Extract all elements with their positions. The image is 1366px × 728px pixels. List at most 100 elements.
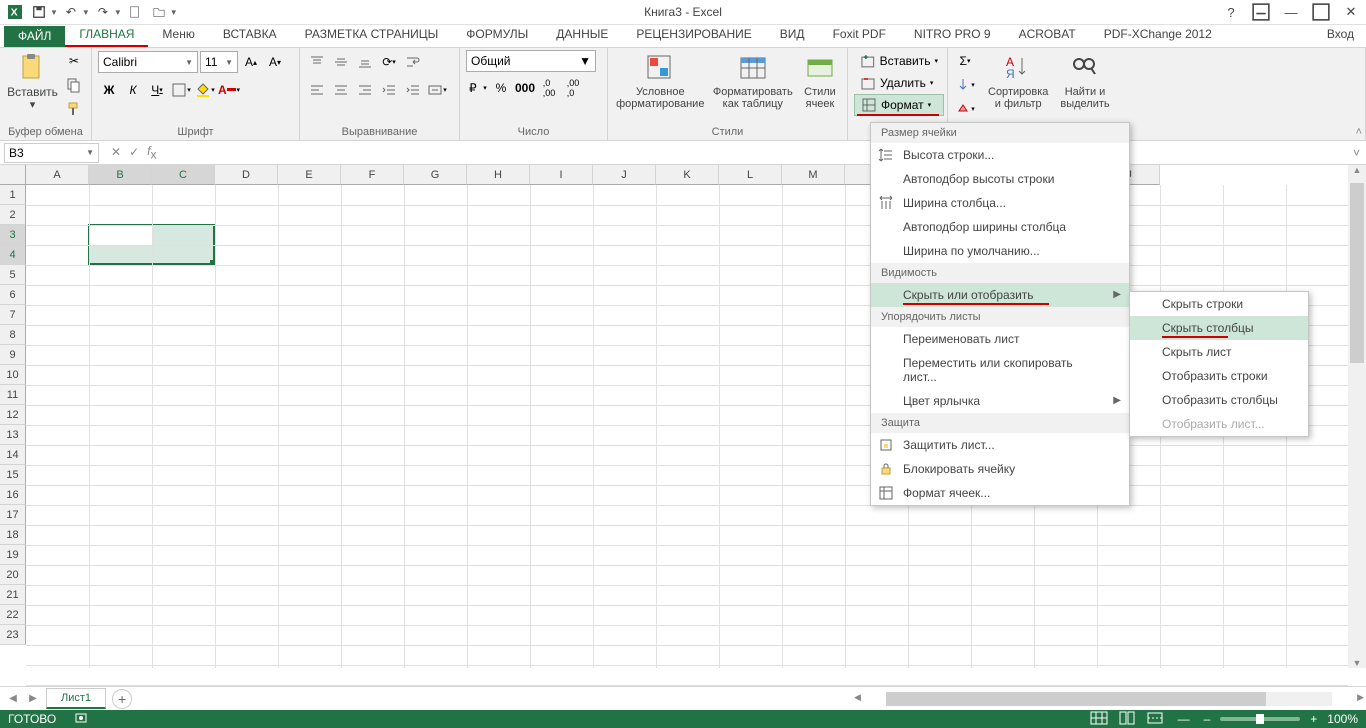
- menu-format-cells[interactable]: Формат ячеек...: [871, 481, 1129, 505]
- tab-pdfxchange[interactable]: PDF-XChange 2012: [1090, 24, 1226, 47]
- tab-data[interactable]: ДАННЫЕ: [542, 24, 622, 47]
- view-normal-icon[interactable]: [1090, 711, 1108, 728]
- tab-menu[interactable]: Меню: [148, 24, 208, 47]
- number-format-combo[interactable]: Общий▼: [466, 50, 596, 72]
- column-header[interactable]: M: [782, 165, 845, 185]
- menu-move-copy-sheet[interactable]: Переместить или скопировать лист...: [871, 351, 1129, 389]
- align-bottom-icon[interactable]: [354, 51, 376, 73]
- save-dropdown-icon[interactable]: ▼: [50, 8, 58, 17]
- tab-acrobat[interactable]: ACROBAT: [1005, 24, 1090, 47]
- menu-rename-sheet[interactable]: Переименовать лист: [871, 327, 1129, 351]
- font-name-combo[interactable]: Calibri▼: [98, 51, 198, 73]
- autosum-icon[interactable]: Σ ▾: [954, 50, 976, 72]
- menu-lock-cell[interactable]: Блокировать ячейку: [871, 457, 1129, 481]
- column-header[interactable]: J: [593, 165, 656, 185]
- new-icon[interactable]: [124, 1, 146, 23]
- enter-formula-icon[interactable]: ✓: [129, 145, 139, 159]
- column-header[interactable]: G: [404, 165, 467, 185]
- menu-default-width[interactable]: Ширина по умолчанию...: [871, 239, 1129, 263]
- merge-button[interactable]: ▾: [426, 79, 448, 101]
- column-header[interactable]: C: [152, 165, 215, 185]
- align-top-icon[interactable]: [306, 51, 328, 73]
- row-header[interactable]: 7: [0, 305, 26, 325]
- row-header[interactable]: 1: [0, 185, 26, 205]
- row-header[interactable]: 8: [0, 325, 26, 345]
- zoom-slider-thumb[interactable]: [1256, 714, 1264, 724]
- underline-button[interactable]: Ч ▾: [146, 79, 168, 101]
- decrease-font-icon[interactable]: A▾: [264, 51, 286, 73]
- insert-function-icon[interactable]: fx: [147, 144, 156, 161]
- zoom-slider[interactable]: [1220, 717, 1300, 721]
- expand-formula-bar-icon[interactable]: ˅: [1347, 146, 1366, 160]
- cut-icon[interactable]: ✂: [63, 50, 85, 72]
- clear-icon[interactable]: ▾: [954, 98, 976, 120]
- increase-indent-icon[interactable]: [402, 79, 424, 101]
- tab-insert[interactable]: ВСТАВКА: [209, 24, 291, 47]
- zoom-out-button[interactable]: –: [1204, 712, 1211, 726]
- row-header[interactable]: 23: [0, 625, 26, 645]
- row-header[interactable]: 21: [0, 585, 26, 605]
- formula-input[interactable]: [164, 143, 1347, 163]
- name-box[interactable]: B3▼: [4, 143, 99, 163]
- sheet-next-icon[interactable]: ▶: [24, 690, 42, 708]
- format-painter-icon[interactable]: [63, 98, 85, 120]
- align-center-icon[interactable]: [330, 79, 352, 101]
- tab-review[interactable]: РЕЦЕНЗИРОВАНИЕ: [622, 24, 765, 47]
- align-left-icon[interactable]: [306, 79, 328, 101]
- column-header[interactable]: K: [656, 165, 719, 185]
- menu-hide-columns[interactable]: Скрыть столбцы: [1130, 316, 1308, 340]
- column-header[interactable]: F: [341, 165, 404, 185]
- row-header[interactable]: 3: [0, 225, 26, 245]
- row-header[interactable]: 13: [0, 425, 26, 445]
- view-page-break-icon[interactable]: [1146, 711, 1164, 728]
- open-icon[interactable]: [148, 1, 170, 23]
- view-page-layout-icon[interactable]: [1118, 711, 1136, 728]
- format-cells-button[interactable]: Формат ▾: [854, 94, 944, 116]
- save-icon[interactable]: [28, 1, 50, 23]
- macro-record-icon[interactable]: [74, 711, 88, 728]
- align-right-icon[interactable]: [354, 79, 376, 101]
- row-header[interactable]: 17: [0, 505, 26, 525]
- tab-nitro[interactable]: NITRO PRO 9: [900, 24, 1005, 47]
- zoom-in-button[interactable]: +: [1310, 712, 1317, 726]
- row-header[interactable]: 2: [0, 205, 26, 225]
- conditional-formatting-button[interactable]: Условное форматирование: [614, 50, 707, 112]
- menu-unhide-columns[interactable]: Отобразить столбцы: [1130, 388, 1308, 412]
- menu-hide-unhide[interactable]: Скрыть или отобразить▶: [871, 283, 1129, 307]
- horizontal-scrollbar[interactable]: ◀ ▶: [854, 692, 1364, 706]
- row-header[interactable]: 9: [0, 345, 26, 365]
- zoom-value[interactable]: 100%: [1327, 712, 1358, 726]
- menu-tab-color[interactable]: Цвет ярлычка▶: [871, 389, 1129, 413]
- menu-column-width[interactable]: Ширина столбца...: [871, 191, 1129, 215]
- menu-autofit-column-width[interactable]: Автоподбор ширины столбца: [871, 215, 1129, 239]
- row-header[interactable]: 22: [0, 605, 26, 625]
- column-header[interactable]: B: [89, 165, 152, 185]
- fill-icon[interactable]: ▾: [954, 74, 976, 96]
- increase-font-icon[interactable]: A▴: [240, 51, 262, 73]
- insert-cells-button[interactable]: Вставить ▾: [854, 50, 944, 72]
- help-icon[interactable]: ?: [1220, 1, 1242, 23]
- excel-icon[interactable]: X: [4, 1, 26, 23]
- menu-hide-rows[interactable]: Скрыть строки: [1130, 292, 1308, 316]
- copy-icon[interactable]: [63, 74, 85, 96]
- find-select-button[interactable]: Найти и выделить: [1056, 50, 1113, 112]
- menu-hide-sheet[interactable]: Скрыть лист: [1130, 340, 1308, 364]
- sheet-prev-icon[interactable]: ◀: [4, 690, 22, 708]
- maximize-icon[interactable]: [1310, 1, 1332, 23]
- align-middle-icon[interactable]: [330, 51, 352, 73]
- row-header[interactable]: 11: [0, 385, 26, 405]
- column-header[interactable]: D: [215, 165, 278, 185]
- row-header[interactable]: 20: [0, 565, 26, 585]
- tab-formulas[interactable]: ФОРМУЛЫ: [452, 24, 542, 47]
- sort-filter-button[interactable]: АЯ Сортировка и фильтр: [984, 50, 1052, 112]
- currency-icon[interactable]: ₽▾: [466, 77, 488, 99]
- tab-foxit[interactable]: Foxit PDF: [819, 24, 900, 47]
- italic-button[interactable]: К: [122, 79, 144, 101]
- tab-page-layout[interactable]: РАЗМЕТКА СТРАНИЦЫ: [291, 24, 453, 47]
- menu-unhide-rows[interactable]: Отобразить строки: [1130, 364, 1308, 388]
- font-color-button[interactable]: A▾: [218, 79, 240, 101]
- vscroll-thumb[interactable]: [1350, 183, 1364, 363]
- sheet-tab-1[interactable]: Лист1: [46, 688, 106, 709]
- collapse-ribbon-icon[interactable]: ˄: [1356, 126, 1362, 138]
- column-header[interactable]: H: [467, 165, 530, 185]
